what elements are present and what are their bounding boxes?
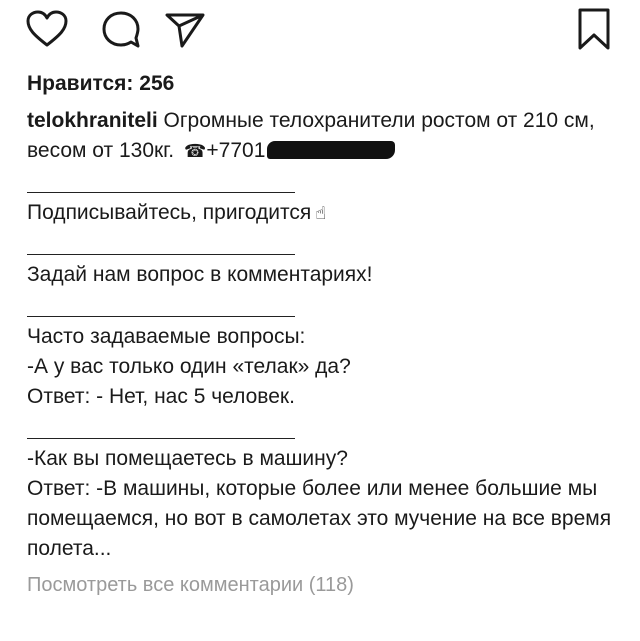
caption-line-subscribe: Подписывайтесь, пригодится ☝ (27, 198, 617, 228)
redaction-mark (267, 141, 396, 159)
post-action-bar (0, 0, 640, 56)
bookmark-outline-icon[interactable] (575, 7, 613, 51)
pointing-up-emoji-icon: ☝ (315, 203, 327, 223)
faq-answer-1: Ответ: - Нет, нас 5 человек. (27, 385, 295, 408)
view-all-comments-link[interactable]: Посмотреть все комментарии (118) (27, 570, 617, 600)
likes-count[interactable]: Нравится: 256 (27, 70, 617, 98)
subscribe-text: Подписывайтесь, пригодится (27, 201, 312, 224)
caption-line-ask: Задай нам вопрос в комментариях! (27, 263, 373, 286)
phone-prefix: +7701 (206, 139, 266, 162)
paper-plane-icon[interactable] (165, 12, 205, 48)
faq-question-1: -А у вас только один «телак» да? (27, 355, 351, 378)
separator (27, 192, 295, 193)
faq-title: Часто задаваемые вопросы: (27, 325, 306, 348)
speech-bubble-icon[interactable] (101, 10, 141, 50)
telephone-icon: ☎ (183, 141, 207, 161)
separator (27, 438, 295, 439)
post-caption: telokhraniteli Огромные телохранители ро… (27, 106, 617, 564)
separator (27, 254, 295, 255)
separator (27, 316, 295, 317)
heart-outline-icon[interactable] (26, 10, 68, 48)
faq-answer-2: Ответ: -В машины, которые более или мене… (27, 477, 612, 560)
post-content: Нравится: 256 telokhraniteli Огромные те… (27, 70, 617, 600)
author-username[interactable]: telokhraniteli (27, 109, 158, 132)
faq-question-2: -Как вы помещаетесь в машину? (27, 447, 348, 470)
